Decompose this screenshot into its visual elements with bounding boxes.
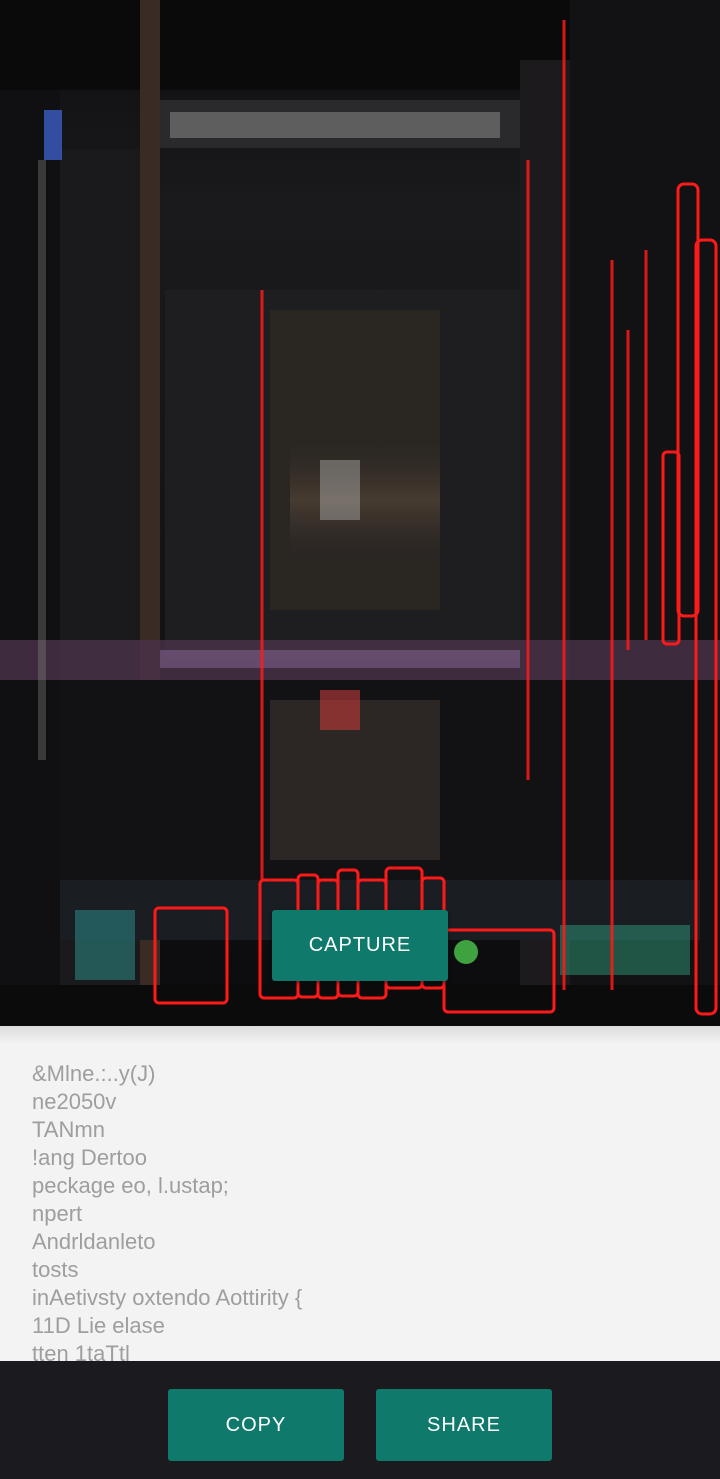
- share-button[interactable]: SHARE: [376, 1389, 552, 1461]
- bottom-action-bar: COPY SHARE: [0, 1361, 720, 1479]
- text-line: npert: [32, 1201, 83, 1226]
- recognized-text-lines: &Mlne.:..y(J) ne2050v TANmn !ang Dertoo …: [32, 1060, 302, 1361]
- panel-shadow: [0, 1026, 720, 1044]
- camera-feed-image: [0, 0, 720, 1026]
- text-line: ne2050v: [32, 1089, 117, 1114]
- text-line: inAetivsty oxtendo Aottirity {: [32, 1285, 303, 1310]
- recognized-text-panel[interactable]: &Mlne.:..y(J) ne2050v TANmn !ang Dertoo …: [0, 1026, 720, 1361]
- capture-button[interactable]: CAPTURE: [272, 910, 448, 981]
- text-line: &Mlne.:..y(J): [32, 1061, 156, 1086]
- text-line: !ang Dertoo: [32, 1145, 147, 1170]
- text-line: tosts: [32, 1257, 79, 1282]
- ocr-camera-screen: CAPTURE &Mlne.:..y(J) ne2050v TANmn !ang…: [0, 0, 720, 1479]
- camera-preview[interactable]: CAPTURE: [0, 0, 720, 1026]
- copy-button[interactable]: COPY: [168, 1389, 344, 1461]
- text-line: 11D Lie elase: [32, 1313, 165, 1338]
- text-line: TANmn: [32, 1117, 105, 1142]
- text-line: peckage eo, l.ustap;: [32, 1173, 229, 1198]
- text-line: tten 1taTtl: [32, 1341, 130, 1361]
- text-line: Andrldanleto: [32, 1229, 156, 1254]
